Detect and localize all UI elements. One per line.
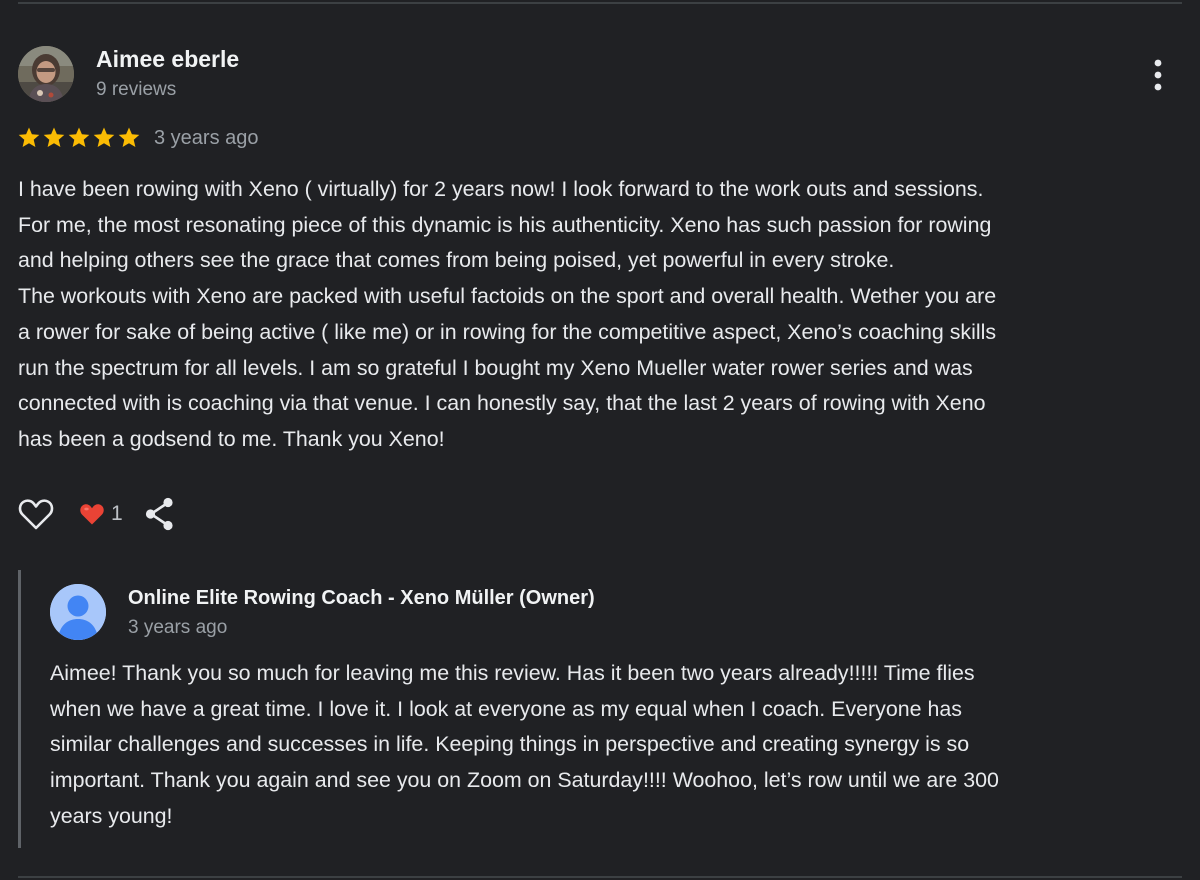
owner-reply-text: Aimee! Thank you so much for leaving me … (50, 656, 1190, 835)
reaction-count: 1 (111, 502, 123, 525)
red-heart-icon (80, 504, 104, 525)
user-photo-avatar-icon (18, 46, 74, 102)
owner-reply-date: 3 years ago (128, 617, 228, 638)
star-icon (93, 127, 115, 147)
heart-outline-icon (18, 499, 54, 530)
top-divider (18, 2, 1182, 4)
like-button[interactable] (17, 495, 55, 533)
star-icon (43, 127, 65, 147)
star-icon (68, 127, 90, 147)
star-icon (18, 127, 40, 147)
owner-avatar[interactable] (50, 584, 106, 640)
share-icon (145, 497, 173, 531)
owner-reply-text-line: Aimee! Thank you so much for leaving me … (50, 661, 975, 685)
star-icon (118, 127, 140, 147)
default-user-avatar-icon (50, 584, 106, 640)
reaction-summary[interactable]: 1 (79, 502, 123, 526)
review-text-line: I have been rowing with Xeno ( virtually… (18, 177, 984, 201)
review-text-line: and helping others see the grace that co… (18, 248, 895, 273)
reviewer-name[interactable]: Aimee eberle (96, 46, 239, 73)
reviewer-avatar[interactable] (18, 46, 74, 102)
review-actions: 1 (17, 494, 177, 534)
reply-border (18, 570, 21, 848)
owner-name: Online Elite Rowing Coach - Xeno Müller … (128, 587, 595, 609)
review-text-line: run the spectrum for all levels. I am so… (18, 355, 973, 380)
rating-row: 3 years ago (17, 124, 259, 152)
review-text-line: connected with is coaching via that venu… (18, 391, 986, 416)
star-rating (17, 126, 142, 150)
review-text: I have been rowing with Xeno ( virtually… (18, 172, 1190, 458)
owner-reply-text-line: when we have a great time. I love it. I … (50, 696, 962, 721)
owner-reply-text-line: similar challenges and successes in life… (50, 732, 970, 757)
more-options-button[interactable] (1142, 58, 1174, 92)
share-button[interactable] (143, 496, 177, 532)
review-text-line: For me, the most resonating piece of thi… (18, 212, 992, 237)
more-vert-icon (1154, 59, 1162, 91)
owner-reply-text-line: important. Thank you again and see you o… (50, 768, 999, 793)
review-date: 3 years ago (154, 126, 259, 149)
bottom-divider (18, 876, 1182, 878)
reviewer-review-count[interactable]: 9 reviews (96, 79, 176, 101)
review-text-line: The workouts with Xeno are packed with u… (18, 284, 997, 309)
owner-reply-text-line: years young! (50, 803, 173, 828)
review-text-line: a rower for sake of being active ( like … (18, 319, 997, 344)
review-text-line: has been a godsend to me. Thank you Xeno… (18, 426, 445, 451)
